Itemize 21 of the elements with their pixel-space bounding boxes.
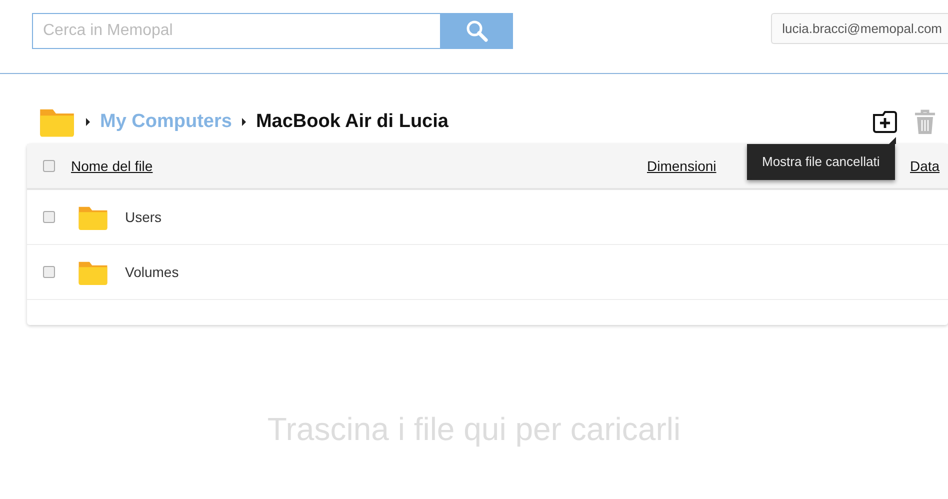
search-field[interactable]: Cerca in Memopal xyxy=(32,13,440,49)
breadcrumb-current: MacBook Air di Lucia xyxy=(256,110,448,134)
add-folder-icon[interactable] xyxy=(872,110,898,134)
column-header[interactable]: Nome del file xyxy=(71,158,153,174)
account-button[interactable]: lucia.bracci@memopal.com xyxy=(771,13,948,44)
search-icon xyxy=(466,20,488,42)
file-name[interactable]: Users xyxy=(125,206,162,228)
column-header[interactable]: Data xyxy=(910,158,940,174)
folder-icon xyxy=(77,260,109,284)
row-checkbox[interactable] xyxy=(43,266,55,278)
caret-icon xyxy=(86,118,90,126)
row-checkbox[interactable] xyxy=(43,211,55,223)
caret-icon xyxy=(242,118,246,126)
column-header[interactable]: Dimensioni xyxy=(647,158,716,174)
search-button[interactable] xyxy=(440,13,513,49)
select-all-checkbox[interactable] xyxy=(43,160,55,172)
file-name[interactable]: Volumes xyxy=(125,262,179,282)
folder-icon xyxy=(38,107,76,137)
tooltip-arrow xyxy=(888,137,896,144)
folder-icon xyxy=(77,204,109,230)
trash-icon[interactable] xyxy=(914,109,936,135)
